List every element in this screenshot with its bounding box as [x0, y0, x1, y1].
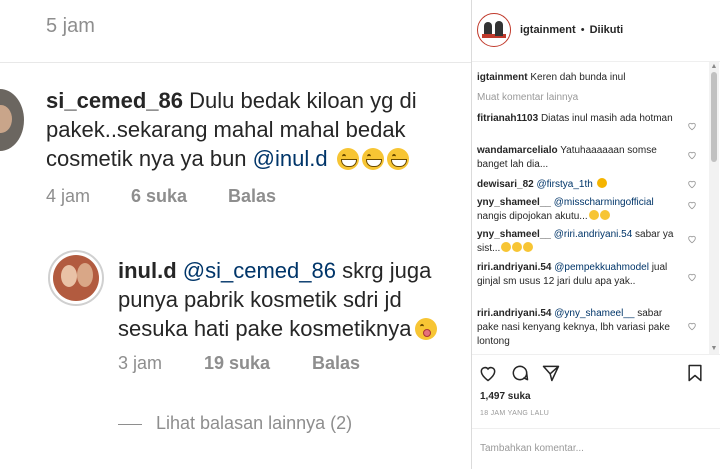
comment-text: Diatas inul masih ada hotman [540, 113, 673, 124]
heart-icon[interactable] [687, 200, 697, 210]
separator: • [580, 24, 585, 36]
reply-button[interactable]: Balas [228, 186, 276, 207]
list-item: wandamarcelialo Yatuhaaaaaan somse bange… [477, 144, 677, 172]
list-item: riri.andriyani.54 @yny_shameel__ sabar p… [477, 307, 677, 349]
reply-time: 3 jam [118, 353, 163, 373]
heart-icon[interactable] [687, 234, 697, 244]
add-comment-input[interactable] [480, 439, 680, 457]
comment-username[interactable]: riri.andriyani.54 [477, 262, 551, 273]
comment-mention[interactable]: @firstya_1th [537, 179, 593, 190]
reply-body: inul.d @si_cemed_86 skrg juga punya pabr… [118, 256, 468, 343]
heart-icon[interactable] [687, 121, 697, 131]
comment-username[interactable]: yny_shameel__ [477, 197, 551, 208]
comment-bubble-icon[interactable] [510, 363, 530, 383]
comment-likes[interactable]: 6 suka [131, 186, 187, 207]
comment-mention[interactable]: @misscharmingofficial [554, 197, 654, 208]
heart-icon[interactable] [687, 179, 697, 189]
scroll-down-arrow-icon[interactable]: ▼ [710, 345, 718, 353]
list-item: yny_shameel__ @misscharmingofficial nang… [477, 196, 677, 224]
reply-button[interactable]: Balas [312, 353, 360, 374]
share-icon[interactable] [541, 363, 561, 383]
list-item: riri.andriyani.54 @pempekkuahmodel jual … [477, 261, 677, 289]
comment-username[interactable]: fitrianah1103 [477, 113, 538, 124]
like-heart-icon[interactable] [478, 363, 498, 383]
caption-username[interactable]: igtainment [477, 72, 528, 83]
scrollbar-thumb[interactable] [711, 72, 717, 162]
previous-comment-timestamp: 5 jam [46, 15, 95, 37]
comment-body: si_cemed_86 Dulu bedak kiloan yg di pake… [46, 86, 456, 173]
post-header: igtainment • Diikuti [472, 0, 720, 62]
comment-username[interactable]: si_cemed_86 [46, 88, 183, 113]
caption-text: Keren dah bunda inul [530, 72, 626, 83]
comment-username[interactable]: wandamarcelialo [477, 145, 558, 156]
crying-emoji-icon [588, 210, 599, 220]
crying-emoji-icon [512, 242, 523, 252]
thumbs-up-emoji-icon [596, 178, 607, 188]
comment-mention[interactable]: @riri.andriyani.54 [554, 229, 633, 240]
grinning-emoji-icon [336, 148, 359, 170]
header-user: igtainment • Diikuti [520, 24, 623, 36]
post-timestamp: 18 JAM YANG LALU [480, 410, 550, 417]
divider [0, 62, 471, 63]
comment-text: nangis dipojokan akutu... [477, 211, 588, 222]
header-username[interactable]: igtainment [520, 24, 576, 36]
comment-mention[interactable]: @yny_shameel__ [554, 308, 634, 319]
comment-mention[interactable]: @inul.d [253, 146, 328, 171]
zoomed-comment-panel: 5 jam si_cemed_86 Dulu bedak kiloan yg d… [0, 0, 471, 469]
comment-username[interactable]: yny_shameel__ [477, 229, 551, 240]
avatar[interactable] [477, 13, 511, 47]
heart-icon[interactable] [687, 272, 697, 282]
kiss-emoji-icon [414, 318, 437, 340]
crying-emoji-icon [501, 242, 512, 252]
scroll-up-arrow-icon[interactable]: ▲ [710, 63, 718, 71]
add-comment-bar [472, 428, 720, 469]
reply-likes[interactable]: 19 suka [204, 353, 270, 374]
comment-username[interactable]: riri.andriyani.54 [477, 308, 551, 319]
grinning-emoji-icon [361, 148, 384, 170]
view-more-replies-button[interactable]: Lihat balasan lainnya (2) [118, 413, 352, 434]
heart-icon[interactable] [687, 150, 697, 160]
grinning-emoji-icon [386, 148, 409, 170]
list-item: dewisari_82 @firstya_1th [477, 178, 677, 192]
reply-mention[interactable]: @si_cemed_86 [183, 258, 336, 283]
cropped-text-sliver [150, 0, 320, 3]
caption: igtainment Keren dah bunda inul [477, 71, 677, 85]
comments-list[interactable]: igtainment Keren dah bunda inul Muat kom… [472, 62, 720, 354]
reply-username[interactable]: inul.d [118, 258, 177, 283]
list-item: fitrianah1103 Diatas inul masih ada hotm… [477, 112, 677, 126]
bookmark-icon[interactable] [685, 363, 705, 383]
instagram-post-panel: igtainment • Diikuti igtainment Keren da… [471, 0, 720, 469]
crying-emoji-icon [599, 210, 610, 220]
comment-time: 4 jam [46, 186, 91, 206]
crying-emoji-icon [523, 242, 534, 252]
heart-icon[interactable] [687, 321, 697, 331]
load-more-comments-button[interactable]: Muat komentar lainnya [477, 92, 578, 103]
avatar[interactable] [0, 89, 24, 151]
post-actions [472, 354, 720, 384]
list-item: yny_shameel__ @riri.andriyani.54 sabar y… [477, 228, 677, 256]
comment-username[interactable]: dewisari_82 [477, 179, 534, 190]
avatar[interactable] [48, 250, 104, 306]
likes-count[interactable]: 1,497 suka [480, 391, 531, 402]
follow-button[interactable]: Diikuti [590, 24, 624, 36]
divider [118, 423, 142, 425]
comment-mention[interactable]: @pempekkuahmodel [554, 262, 649, 273]
